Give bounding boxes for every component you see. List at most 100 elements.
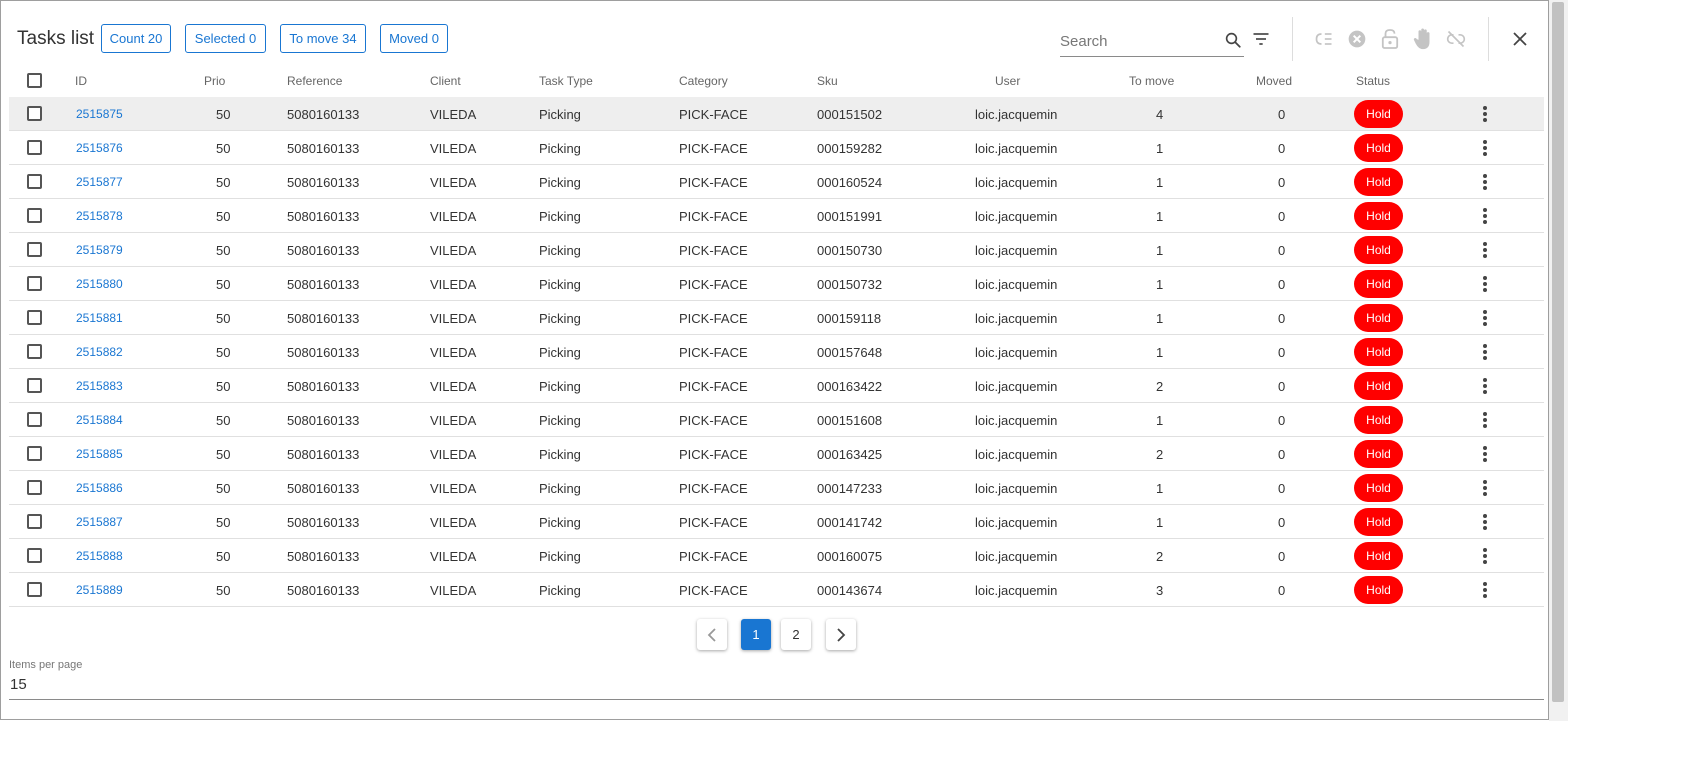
search-icon[interactable] xyxy=(1222,29,1244,51)
task-id-link[interactable]: 2515889 xyxy=(76,583,123,597)
col-header-moved[interactable]: Moved xyxy=(1256,74,1292,88)
col-header-to-move[interactable]: To move xyxy=(1129,74,1174,88)
row-menu-icon[interactable] xyxy=(1477,445,1493,463)
moved-chip[interactable]: Moved 0 xyxy=(380,24,448,53)
col-header-sku[interactable]: Sku xyxy=(817,74,838,88)
row-checkbox[interactable] xyxy=(27,480,42,495)
page-button-2[interactable]: 2 xyxy=(781,619,811,650)
task-id-link[interactable]: 2515882 xyxy=(76,345,123,359)
hand-icon[interactable] xyxy=(1412,26,1436,52)
cell-prio: 50 xyxy=(216,175,231,190)
row-menu-icon[interactable] xyxy=(1477,547,1493,565)
count-chip[interactable]: Count 20 xyxy=(101,24,171,53)
table-row[interactable]: 2515888 50 5080160133 VILEDA Picking PICK-FAC… xyxy=(9,539,1544,573)
row-menu-icon[interactable] xyxy=(1477,343,1493,361)
table-row[interactable]: 2515877 50 5080160133 VILEDA Picking PICK-FAC… xyxy=(9,165,1544,199)
row-checkbox[interactable] xyxy=(27,412,42,427)
row-menu-icon[interactable] xyxy=(1477,173,1493,191)
row-menu-icon[interactable] xyxy=(1477,241,1493,259)
task-id-link[interactable]: 2515887 xyxy=(76,515,123,529)
table-row[interactable]: 2515880 50 5080160133 VILEDA Picking PICK-FAC… xyxy=(9,267,1544,301)
table-row[interactable]: 2515876 50 5080160133 VILEDA Picking PICK-FAC… xyxy=(9,131,1544,165)
items-per-page-select[interactable]: 15 xyxy=(9,674,1544,700)
col-header-id[interactable]: ID xyxy=(75,74,87,88)
col-header-client[interactable]: Client xyxy=(430,74,461,88)
task-id-link[interactable]: 2515881 xyxy=(76,311,123,325)
table-row[interactable]: 2515881 50 5080160133 VILEDA Picking PICK-FAC… xyxy=(9,301,1544,335)
row-menu-icon[interactable] xyxy=(1477,479,1493,497)
unlink-icon[interactable] xyxy=(1445,28,1467,50)
row-checkbox[interactable] xyxy=(27,242,42,257)
col-header-task-type[interactable]: Task Type xyxy=(539,74,593,88)
row-menu-icon[interactable] xyxy=(1477,139,1493,157)
vertical-scrollbar[interactable] xyxy=(1549,0,1568,721)
row-checkbox[interactable] xyxy=(27,174,42,189)
row-checkbox[interactable] xyxy=(27,582,42,597)
task-id-link[interactable]: 2515883 xyxy=(76,379,123,393)
table-row[interactable]: 2515878 50 5080160133 VILEDA Picking PICK-FAC… xyxy=(9,199,1544,233)
search-input[interactable] xyxy=(1060,30,1220,52)
selected-chip[interactable]: Selected 0 xyxy=(185,24,266,53)
row-menu-icon[interactable] xyxy=(1477,105,1493,123)
task-id-link[interactable]: 2515880 xyxy=(76,277,123,291)
row-checkbox[interactable] xyxy=(27,378,42,393)
row-checkbox[interactable] xyxy=(27,106,42,121)
row-checkbox[interactable] xyxy=(27,208,42,223)
row-checkbox[interactable] xyxy=(27,514,42,529)
row-menu-icon[interactable] xyxy=(1477,207,1493,225)
row-checkbox[interactable] xyxy=(27,310,42,325)
row-checkbox[interactable] xyxy=(27,276,42,291)
table-row[interactable]: 2515879 50 5080160133 VILEDA Picking PICK-FAC… xyxy=(9,233,1544,267)
task-id-link[interactable]: 2515879 xyxy=(76,243,123,257)
filter-icon[interactable] xyxy=(1250,28,1272,50)
table-row[interactable]: 2515883 50 5080160133 VILEDA Picking PICK-FAC… xyxy=(9,369,1544,403)
task-id-link[interactable]: 2515885 xyxy=(76,447,123,461)
cell-sku: 000141742 xyxy=(817,515,883,530)
task-id-link[interactable]: 2515877 xyxy=(76,175,123,189)
cell-reference: 5080160133 xyxy=(287,583,360,598)
row-menu-icon[interactable] xyxy=(1477,309,1493,327)
row-checkbox[interactable] xyxy=(27,548,42,563)
toolbar-divider-right xyxy=(1488,17,1489,61)
close-icon[interactable] xyxy=(1509,28,1531,50)
next-page-button[interactable] xyxy=(826,619,856,650)
task-id-link[interactable]: 2515875 xyxy=(76,107,123,121)
table-row[interactable]: 2515886 50 5080160133 VILEDA Picking PICK-FAC… xyxy=(9,471,1544,505)
table-row[interactable]: 2515889 50 5080160133 VILEDA Picking PICK-FAC… xyxy=(9,573,1544,607)
row-menu-icon[interactable] xyxy=(1477,275,1493,293)
row-menu-icon[interactable] xyxy=(1477,377,1493,395)
list-icon[interactable] xyxy=(1313,28,1335,50)
table-row[interactable]: 2515884 50 5080160133 VILEDA Picking PICK-FAC… xyxy=(9,403,1544,437)
row-checkbox[interactable] xyxy=(27,344,42,359)
table-row[interactable]: 2515887 50 5080160133 VILEDA Picking PICK-FAC… xyxy=(9,505,1544,539)
cell-prio: 50 xyxy=(216,345,231,360)
row-checkbox[interactable] xyxy=(27,140,42,155)
table-row[interactable]: 2515875 50 5080160133 VILEDA Picking PICK-FAC… xyxy=(9,97,1544,131)
cell-to-move: 1 xyxy=(1156,413,1164,428)
to-move-chip[interactable]: To move 34 xyxy=(280,24,366,53)
task-id-link[interactable]: 2515886 xyxy=(76,481,123,495)
row-menu-icon[interactable] xyxy=(1477,411,1493,429)
col-header-user[interactable]: User xyxy=(995,74,1020,88)
task-id-link[interactable]: 2515876 xyxy=(76,141,123,155)
col-header-prio[interactable]: Prio xyxy=(204,74,225,88)
col-header-category[interactable]: Category xyxy=(679,74,728,88)
cell-user: loic.jacquemin xyxy=(975,447,1058,462)
cancel-circle-icon[interactable] xyxy=(1346,28,1368,50)
page-button-1[interactable]: 1 xyxy=(741,619,771,650)
select-all-checkbox[interactable] xyxy=(27,73,42,88)
task-id-link[interactable]: 2515888 xyxy=(76,549,123,563)
task-id-link[interactable]: 2515878 xyxy=(76,209,123,223)
col-header-status[interactable]: Status xyxy=(1356,74,1390,88)
row-checkbox[interactable] xyxy=(27,446,42,461)
unlock-icon[interactable] xyxy=(1379,27,1401,51)
task-id-link[interactable]: 2515884 xyxy=(76,413,123,427)
col-header-reference[interactable]: Reference xyxy=(287,74,342,88)
row-menu-icon[interactable] xyxy=(1477,513,1493,531)
table-row[interactable]: 2515885 50 5080160133 VILEDA Picking PICK-FAC… xyxy=(9,437,1544,471)
scrollbar-thumb[interactable] xyxy=(1552,2,1564,702)
table-row[interactable]: 2515882 50 5080160133 VILEDA Picking PICK-FAC… xyxy=(9,335,1544,369)
prev-page-button[interactable] xyxy=(697,619,727,650)
cell-task-type: Picking xyxy=(539,175,581,190)
row-menu-icon[interactable] xyxy=(1477,581,1493,599)
